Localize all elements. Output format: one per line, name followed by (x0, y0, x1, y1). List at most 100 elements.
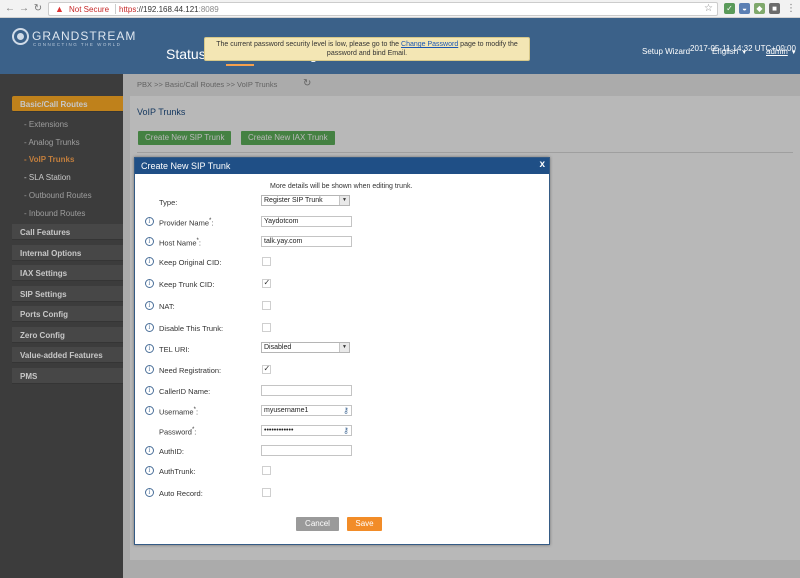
datetime: 2017-05-11 14:32 UTC+00:00 (690, 44, 796, 53)
callerid-name-input[interactable] (261, 385, 352, 396)
warning-triangle-icon: ▲ (55, 4, 64, 14)
authid-input[interactable] (261, 445, 352, 456)
provider-name-text: Provider Name (159, 218, 210, 228)
keep-trunk-cid-label: Keep Trunk CID: (159, 280, 215, 289)
row-disable-trunk: i Disable This Trunk: (135, 321, 549, 335)
address-bar[interactable]: ▲ Not Secure https://192.168.44.121:8089… (48, 2, 718, 16)
password-input[interactable]: •••••••••••• ⚷ (261, 425, 352, 436)
username-input[interactable]: myusername1 ⚷ (261, 405, 352, 416)
key-icon[interactable]: ⚷ (343, 426, 349, 435)
nav-status[interactable]: Status (166, 46, 206, 66)
extension-1-icon[interactable]: ✓ (724, 3, 735, 14)
row-nat: i NAT: (135, 299, 549, 313)
type-select[interactable]: Register SIP Trunk ▼ (261, 195, 350, 206)
need-registration-label: Need Registration: (159, 366, 222, 375)
callerid-name-label: CallerID Name: (159, 387, 211, 396)
bookmark-star-icon[interactable]: ☆ (704, 3, 713, 14)
chevron-down-icon: ▼ (339, 343, 349, 352)
info-icon[interactable]: i (145, 301, 154, 310)
change-password-link[interactable]: Change Password (401, 41, 458, 48)
need-registration-checkbox[interactable] (262, 364, 271, 374)
username-text: Username (159, 407, 194, 417)
username-label: Username*: (159, 407, 199, 417)
setup-wizard-link[interactable]: Setup Wizard (642, 47, 690, 56)
type-value: Register SIP Trunk (264, 197, 323, 204)
chevron-down-icon: ▼ (339, 196, 349, 205)
key-icon[interactable]: ⚷ (343, 406, 349, 415)
info-icon[interactable]: i (145, 466, 154, 475)
provider-name-input[interactable]: Yaydotcom (261, 216, 352, 227)
authid-label: AuthID: (159, 447, 185, 456)
row-authtrunk: i AuthTrunk: (135, 464, 549, 478)
keep-trunk-cid-checkbox[interactable] (262, 278, 271, 288)
back-arrow-icon[interactable]: ← (4, 3, 16, 15)
info-icon[interactable]: i (145, 386, 154, 395)
url-text[interactable]: https://192.168.44.121:8089 (119, 5, 219, 14)
url-separator (115, 4, 116, 14)
create-sip-trunk-dialog: Create New SIP Trunk x More details will… (134, 157, 550, 545)
info-icon[interactable]: i (145, 323, 154, 332)
info-icon[interactable]: i (145, 365, 154, 374)
disable-trunk-checkbox[interactable] (262, 323, 271, 332)
info-icon[interactable]: i (145, 344, 154, 353)
row-need-registration: i Need Registration: (135, 363, 549, 377)
row-provider-name: i Provider Name*: Yaydotcom (135, 215, 549, 229)
not-secure-label: Not Secure (69, 5, 110, 14)
keep-original-cid-label: Keep Original CID: (159, 258, 222, 267)
authtrunk-checkbox[interactable] (262, 466, 271, 475)
nat-checkbox[interactable] (262, 301, 271, 310)
password-value: •••••••••••• (264, 427, 294, 434)
notice-text-before: The current password security level is l… (216, 41, 402, 48)
username-value: myusername1 (264, 407, 309, 414)
close-icon[interactable]: x (539, 159, 545, 170)
sidebar-overlay (0, 74, 123, 578)
info-icon[interactable]: i (145, 446, 154, 455)
password-notice: The current password security level is l… (204, 37, 530, 61)
disable-trunk-label: Disable This Trunk: (159, 324, 224, 333)
extension-2-icon[interactable]: ◒ (739, 3, 750, 14)
url-host: ://192.168.44.121 (136, 5, 199, 14)
cancel-button[interactable]: Cancel (296, 517, 339, 531)
dialog-title: Create New SIP Trunk (141, 161, 231, 171)
tel-uri-value: Disabled (264, 344, 292, 351)
row-auto-record: i Auto Record: (135, 486, 549, 500)
row-keep-original-cid: i Keep Original CID: (135, 255, 549, 269)
browser-toolbar: ← → ↻ ▲ Not Secure https://192.168.44.12… (0, 0, 800, 18)
auto-record-label: Auto Record: (159, 489, 203, 498)
row-username: i Username*: myusername1 ⚷ (135, 404, 549, 418)
auto-record-checkbox[interactable] (262, 488, 271, 497)
info-icon[interactable]: i (145, 217, 154, 226)
host-name-input[interactable]: talk.yay.com (261, 236, 352, 247)
reload-icon[interactable]: ↻ (32, 3, 44, 15)
logo-tagline: CONNECTING THE WORLD (33, 42, 122, 47)
tel-uri-select[interactable]: Disabled ▼ (261, 342, 350, 353)
extension-3-icon[interactable]: ◆ (754, 3, 765, 14)
forward-arrow-icon[interactable]: → (18, 3, 30, 15)
extension-4-icon[interactable]: ■ (769, 3, 780, 14)
password-label: Password*: (159, 427, 197, 437)
host-name-label: Host Name*: (159, 238, 201, 248)
logo-mark-icon (12, 28, 29, 45)
info-icon[interactable]: i (145, 279, 154, 288)
save-button[interactable]: Save (347, 517, 382, 531)
provider-name-label: Provider Name*: (159, 218, 214, 228)
tel-uri-label: TEL URI: (159, 345, 190, 354)
keep-original-cid-checkbox[interactable] (262, 257, 271, 266)
row-tel-uri: i TEL URI: Disabled ▼ (135, 342, 549, 356)
url-port: :8089 (198, 5, 219, 14)
info-icon[interactable]: i (145, 488, 154, 497)
host-name-text: Host Name (159, 238, 197, 248)
row-type: Type: Register SIP Trunk ▼ (135, 195, 549, 209)
password-text: Password (159, 427, 192, 437)
type-label: Type: (159, 198, 178, 207)
logo-name: GRANDSTREAM (32, 29, 137, 43)
row-password: Password*: •••••••••••• ⚷ (135, 424, 549, 438)
info-icon[interactable]: i (145, 257, 154, 266)
info-icon[interactable]: i (145, 237, 154, 246)
url-scheme: https (119, 5, 137, 14)
authtrunk-label: AuthTrunk: (159, 467, 196, 476)
info-icon[interactable]: i (145, 406, 154, 415)
browser-menu-icon[interactable]: ⋮ (785, 3, 797, 15)
row-callerid-name: i CallerID Name: (135, 384, 549, 398)
dialog-header: Create New SIP Trunk x (135, 158, 549, 174)
